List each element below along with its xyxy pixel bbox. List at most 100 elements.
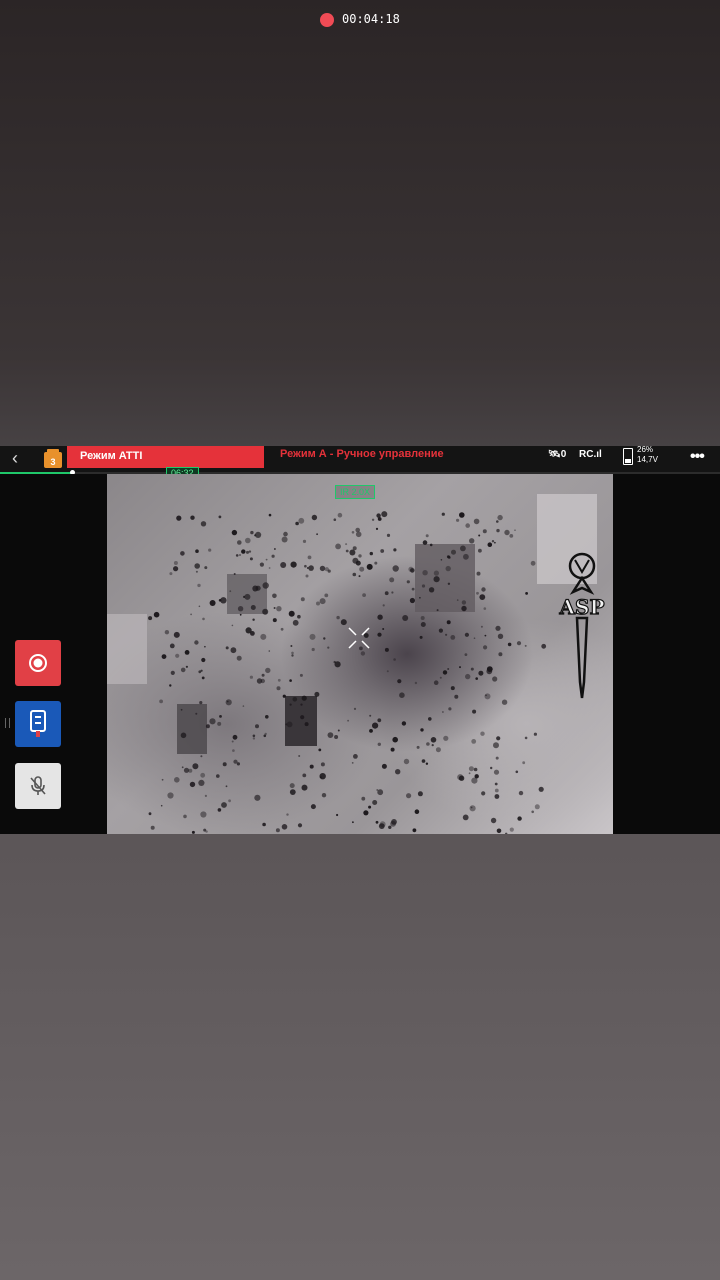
debris-particle [319, 773, 326, 780]
debris-particle [250, 605, 256, 610]
debris-particle [225, 785, 228, 788]
debris-particle [222, 762, 227, 767]
debris-particle [272, 618, 277, 623]
debris-particle [384, 647, 389, 652]
recording-indicator-icon [320, 13, 334, 27]
debris-particle [252, 618, 255, 621]
record-button[interactable] [15, 640, 61, 686]
debris-particle [518, 790, 524, 796]
debris-particle [530, 560, 536, 566]
debris-particle [242, 705, 245, 707]
debris-particle [406, 793, 412, 799]
debris-particle [174, 777, 180, 783]
more-options-icon[interactable]: ••• [690, 448, 705, 466]
debris-particle [401, 721, 407, 726]
debris-particle [153, 611, 160, 618]
debris-particle [353, 754, 358, 759]
debris-particle [485, 694, 487, 697]
debris-particle [441, 512, 445, 516]
debris-particle [395, 769, 401, 775]
debris-particle [347, 719, 349, 722]
debris-particle [421, 584, 426, 588]
debris-particle [311, 514, 318, 521]
debris-particle [289, 783, 295, 789]
debris-particle [300, 715, 305, 720]
debris-particle [409, 597, 415, 604]
debris-particle [323, 637, 326, 640]
debris-particle [420, 616, 425, 620]
debris-particle [316, 601, 320, 606]
debris-particle [173, 561, 178, 565]
debris-particle [297, 823, 303, 828]
panel-drag-handle[interactable] [5, 718, 10, 728]
debris-particle [291, 654, 294, 657]
debris-particle [498, 652, 503, 657]
debris-particle [202, 617, 205, 621]
debris-particle [281, 536, 288, 543]
debris-particle [420, 622, 426, 627]
gps-satellite-status: 🛰0 [548, 449, 566, 460]
debris-particle [428, 587, 435, 593]
asp-watermark-logo: ASP [558, 552, 605, 699]
debris-particle [538, 786, 544, 792]
debris-particle [369, 729, 373, 733]
debris-particle [490, 766, 493, 770]
debris-particle [392, 565, 399, 572]
tripod-icon [30, 710, 46, 737]
debris-particle [358, 575, 361, 578]
debris-particle [281, 824, 288, 830]
debris-particle [494, 788, 499, 793]
debris-particle [460, 545, 466, 552]
debris-particle [372, 722, 379, 729]
debris-particle [475, 677, 479, 680]
debris-particle [392, 736, 399, 743]
debris-particle [479, 594, 486, 600]
debris-particle [311, 647, 315, 652]
debris-particle [265, 558, 268, 561]
debris-particle [377, 718, 382, 723]
debris-particle [252, 734, 256, 738]
debris-particle [481, 587, 486, 592]
debris-particle [345, 543, 348, 546]
debris-particle [201, 676, 205, 680]
debris-particle [169, 643, 175, 649]
drone-mode-button[interactable] [15, 701, 61, 747]
debris-particle [291, 651, 294, 655]
debris-particle [493, 769, 500, 775]
debris-particle [490, 817, 497, 824]
debris-particle [355, 560, 361, 566]
debris-particle [221, 802, 227, 808]
debris-particle [318, 748, 322, 752]
debris-particle [261, 673, 265, 677]
debris-particle [217, 808, 222, 812]
flight-mode-text: Режим А - Ручное управление [280, 448, 444, 460]
debris-particle [194, 640, 199, 645]
debris-particle [302, 773, 307, 778]
debris-particle [197, 583, 201, 588]
debris-particle [335, 543, 341, 550]
debris-particle [473, 767, 478, 772]
debris-particle [459, 512, 465, 518]
debris-particle [259, 562, 264, 567]
thermal-camera-view[interactable] [107, 474, 613, 834]
debris-particle [465, 673, 471, 680]
back-chevron-icon[interactable]: ‹ [12, 449, 32, 469]
debris-particle [469, 538, 475, 544]
debris-particle [439, 676, 442, 679]
debris-particle [289, 789, 296, 795]
debris-particle [433, 680, 439, 685]
debris-particle [390, 747, 395, 752]
battery-voltage: 14,7V [637, 455, 658, 464]
debris-particle [414, 809, 420, 814]
debris-particle [495, 756, 499, 760]
debris-particle [345, 549, 349, 553]
debris-particle [209, 718, 216, 725]
debris-particle [524, 736, 528, 740]
debris-particle [286, 721, 293, 728]
mute-mic-button[interactable] [15, 763, 61, 809]
debris-particle [496, 520, 499, 523]
debris-particle [541, 643, 547, 649]
debris-particle [393, 658, 396, 661]
debris-particle [406, 580, 410, 584]
debris-particle [218, 515, 222, 519]
